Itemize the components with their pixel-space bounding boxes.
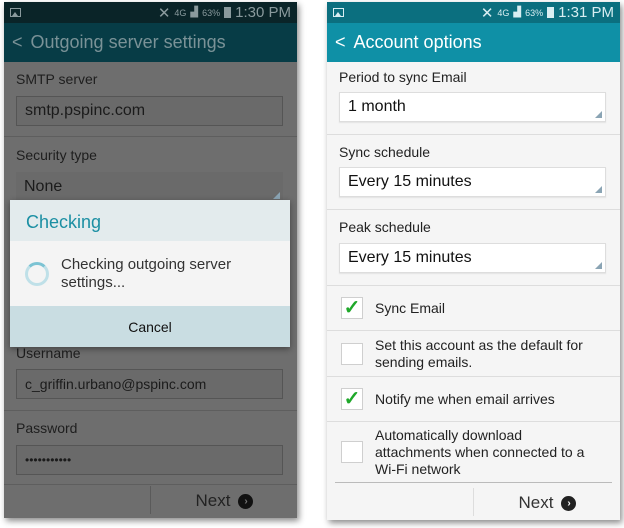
dropdown-icon	[595, 111, 602, 118]
chevron-right-icon: ›	[238, 493, 254, 509]
image-notification-icon	[333, 8, 344, 17]
signal-icon: ▟	[513, 7, 522, 18]
network-indicator: 4G	[497, 7, 510, 18]
sync-schedule-value: Every 15 minutes	[348, 173, 472, 190]
next-label: Next	[195, 491, 231, 510]
dropdown-icon	[595, 262, 602, 269]
page-title: Outgoing server settings	[30, 32, 226, 52]
battery-percent: 63%	[525, 7, 544, 18]
checkbox-checked[interactable]: ✓	[341, 297, 363, 319]
page-title: Account options	[353, 32, 482, 52]
cancel-button[interactable]: Cancel	[10, 306, 290, 347]
security-label: Security type	[16, 147, 97, 163]
password-label: Password	[16, 420, 78, 436]
account-options-screen: ✕ 4G ▟ 63% 1:31 PM < Account options Per…	[327, 2, 620, 520]
period-select[interactable]: 1 month	[339, 92, 606, 122]
mute-icon: ✕	[480, 4, 494, 22]
security-value: None	[24, 178, 63, 195]
status-bar: ✕ 4G ▟ 63% 1:31 PM	[327, 2, 620, 23]
dialog-title: Checking	[10, 200, 290, 241]
peak-schedule-value: Every 15 minutes	[348, 249, 472, 266]
period-value: 1 month	[348, 98, 406, 115]
battery-icon	[224, 7, 232, 18]
checking-dialog: Checking Checking outgoing server settin…	[10, 200, 290, 347]
peak-schedule-select[interactable]: Every 15 minutes	[339, 243, 606, 273]
checkbox-unchecked[interactable]	[341, 441, 363, 463]
back-icon[interactable]: <	[12, 32, 23, 53]
image-notification-icon	[10, 8, 21, 17]
next-label: Next	[518, 493, 554, 512]
chevron-right-icon: ›	[561, 495, 577, 511]
signal-icon: ▟	[190, 7, 199, 18]
clock: 1:31 PM	[558, 4, 614, 21]
dialog-message: Checking outgoing server settings...	[61, 255, 232, 291]
loading-spinner-icon	[25, 261, 49, 286]
peak-schedule-label: Peak schedule	[339, 219, 431, 235]
divider	[327, 209, 620, 210]
option-label: Automatically download attachments when …	[375, 426, 585, 477]
clock: 1:30 PM	[235, 4, 291, 21]
checkbox-unchecked[interactable]	[341, 342, 363, 365]
sync-schedule-label: Sync schedule	[339, 144, 431, 160]
checkbox-checked[interactable]: ✓	[341, 388, 363, 410]
mute-icon: ✕	[157, 4, 171, 22]
divider	[150, 486, 151, 514]
battery-icon	[547, 7, 555, 18]
username-input[interactable]: c_griffin.urbano@pspinc.com	[16, 369, 283, 399]
network-indicator: 4G	[174, 7, 187, 18]
option-label: Sync Email	[375, 299, 446, 316]
period-label: Period to sync Email	[339, 69, 467, 85]
status-bar: ✕ 4G ▟ 63% 1:30 PM	[4, 2, 297, 23]
divider	[4, 136, 297, 137]
option-label: Notify me when email arrives	[375, 390, 555, 407]
divider	[335, 482, 612, 483]
auto-download-option[interactable]: Automatically download attachments when …	[327, 422, 620, 482]
battery-percent: 63%	[202, 7, 221, 18]
app-bar: < Outgoing server settings	[4, 23, 297, 62]
sync-email-option[interactable]: ✓ Sync Email	[327, 286, 620, 330]
app-bar: < Account options	[327, 23, 620, 62]
default-account-option[interactable]: Set this account as the default for send…	[327, 331, 620, 376]
smtp-server-input[interactable]: smtp.pspinc.com	[16, 96, 283, 126]
notify-option[interactable]: ✓ Notify me when email arrives	[327, 377, 620, 421]
divider	[327, 134, 620, 135]
dropdown-icon	[273, 192, 280, 199]
security-type-select[interactable]: None	[16, 172, 283, 202]
divider	[473, 488, 474, 516]
back-icon[interactable]: <	[335, 32, 346, 53]
option-label: Set this account as the default for send…	[375, 336, 583, 370]
next-button[interactable]: Next ›	[152, 484, 297, 518]
smtp-label: SMTP server	[16, 71, 98, 87]
divider	[4, 410, 297, 411]
username-label: Username	[16, 345, 81, 361]
next-button[interactable]: Next ›	[475, 486, 620, 520]
sync-schedule-select[interactable]: Every 15 minutes	[339, 167, 606, 197]
password-input[interactable]: •••••••••••	[16, 445, 283, 475]
dropdown-icon	[595, 186, 602, 193]
outgoing-server-screen: ✕ 4G ▟ 63% 1:30 PM < Outgoing server set…	[4, 2, 297, 518]
